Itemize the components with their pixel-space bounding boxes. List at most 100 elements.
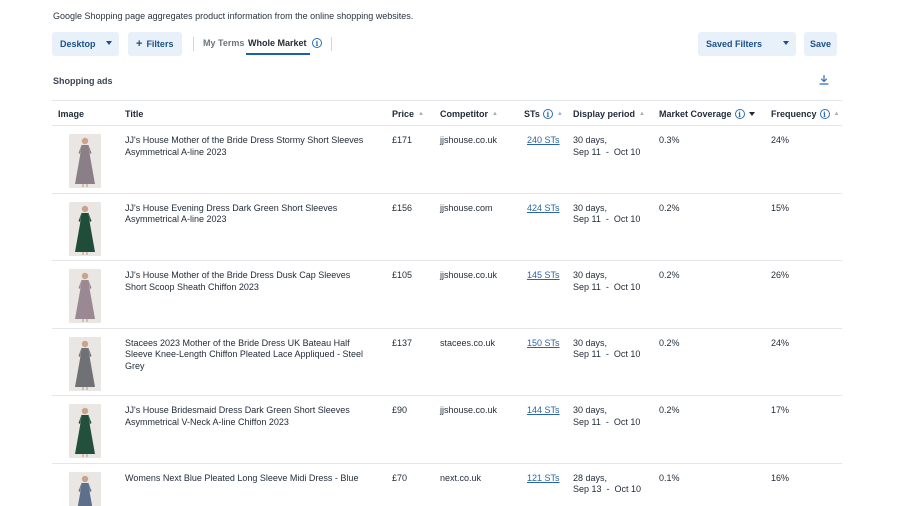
market-coverage-value: 0.3% (659, 135, 680, 145)
table-row: JJ's House Evening Dress Dark Green Shor… (52, 194, 842, 261)
info-icon[interactable]: i (819, 109, 830, 119)
period-range: Sep 11 - Oct 10 (573, 349, 641, 359)
sort-desc-icon[interactable] (748, 112, 755, 116)
product-price: £70 (392, 472, 408, 483)
sort-icon[interactable]: ▲ (639, 111, 645, 117)
product-price: £137 (392, 337, 413, 348)
column-price[interactable]: Price ▲ (392, 109, 424, 119)
download-icon[interactable] (818, 74, 830, 86)
column-competitor[interactable]: Competitor ▲ (440, 109, 498, 119)
competitor-domain: jjshouse.com (440, 202, 493, 213)
sort-icon[interactable]: ▲ (492, 111, 498, 117)
period-days: 30 days, (573, 202, 608, 213)
sort-icon[interactable]: ▲ (557, 111, 563, 117)
info-icon[interactable]: i (542, 109, 553, 119)
product-price: £105 (392, 270, 413, 280)
table-row: JJ's House Mother of the Bride Dress Sto… (52, 126, 842, 194)
tab-whole-market[interactable]: Whole Market (248, 38, 307, 48)
chevron-down-icon (106, 41, 112, 45)
chevron-down-icon (783, 41, 789, 45)
device-label: Desktop (60, 39, 96, 49)
column-sts[interactable]: STs i ▲ (524, 109, 563, 119)
period-range: Sep 11 - Oct 10 (573, 146, 641, 157)
saved-filters-dropdown[interactable]: Saved Filters (698, 32, 796, 56)
frequency-value: 15% (771, 202, 790, 213)
table-row: JJ's House Mother of the Bride Dress Dus… (52, 261, 842, 329)
filters-button[interactable]: + Filters (128, 32, 182, 56)
active-tab-indicator (246, 53, 310, 55)
sts-link[interactable]: 150 STs (527, 338, 560, 350)
market-coverage-value: 0.2% (659, 337, 680, 348)
product-title: JJ's House Bridesmaid Dress Dark Green S… (125, 405, 350, 427)
product-image[interactable] (69, 201, 101, 256)
competitor-domain: stacees.co.uk (440, 337, 496, 348)
info-icon[interactable]: i (734, 109, 745, 119)
market-coverage-value: 0.1% (659, 472, 680, 483)
product-title: Womens Next Blue Pleated Long Sleeve Mid… (125, 472, 359, 483)
sort-icon[interactable]: ▲ (418, 111, 424, 117)
sts-link[interactable]: 121 STs (527, 473, 560, 485)
info-icon[interactable]: i (312, 38, 322, 48)
display-period: 28 days, Sep 13 - Oct 10 (573, 473, 641, 496)
frequency-value: 17% (771, 405, 790, 415)
frequency-value: 24% (771, 337, 790, 348)
period-range: Sep 11 - Oct 10 (573, 214, 641, 224)
competitor-domain: jjshouse.co.uk (440, 405, 498, 415)
shopping-ads-table: Image Title Price ▲ Competitor ▲ STs i ▲ Dis… (52, 100, 842, 506)
display-period: 30 days, Sep 11 - Oct 10 (573, 270, 640, 293)
product-image[interactable] (69, 336, 101, 391)
product-price: £171 (392, 135, 413, 145)
period-days: 30 days, (573, 337, 608, 348)
period-days: 30 days, (573, 135, 608, 145)
product-image[interactable] (69, 134, 101, 188)
saved-filters-label: Saved Filters (706, 39, 763, 49)
period-days: 28 days, (573, 472, 608, 483)
frequency-value: 24% (771, 135, 790, 145)
section-title: Shopping ads (53, 76, 113, 86)
competitor-domain: jjshouse.co.uk (440, 270, 498, 280)
device-dropdown[interactable]: Desktop (52, 32, 119, 56)
table-row: JJ's House Bridesmaid Dress Dark Green S… (52, 396, 842, 464)
column-display-period[interactable]: Display period ▲ (573, 109, 645, 119)
table-row: Stacees 2023 Mother of the Bride Dress U… (52, 329, 842, 396)
display-period: 30 days, Sep 11 - Oct 10 (573, 203, 640, 226)
toolbar: Desktop + Filters My Terms Whole Market … (52, 32, 842, 56)
market-coverage-value: 0.2% (659, 270, 680, 280)
sts-link[interactable]: 145 STs (527, 270, 560, 282)
frequency-value: 26% (771, 270, 790, 280)
period-range: Sep 11 - Oct 10 (573, 416, 641, 427)
period-days: 30 days, (573, 270, 608, 280)
product-title: Stacees 2023 Mother of the Bride Dress U… (125, 337, 364, 371)
column-title[interactable]: Title (125, 109, 143, 119)
column-market-coverage[interactable]: Market Coverage i (659, 109, 755, 119)
save-button[interactable]: Save (804, 32, 837, 56)
sts-link[interactable]: 144 STs (527, 405, 560, 417)
table-row: Womens Next Blue Pleated Long Sleeve Mid… (52, 464, 842, 506)
display-period: 30 days, Sep 11 - Oct 10 (573, 405, 640, 428)
tab-my-terms[interactable]: My Terms (203, 38, 244, 48)
product-price: £90 (392, 405, 408, 415)
sts-link[interactable]: 424 STs (527, 203, 560, 215)
period-range: Sep 11 - Oct 10 (573, 281, 641, 292)
divider (331, 37, 332, 51)
product-image[interactable] (69, 269, 101, 323)
divider (193, 37, 194, 51)
plus-icon: + (136, 38, 143, 50)
product-title: JJ's House Mother of the Bride Dress Dus… (125, 270, 351, 292)
column-image: Image (58, 109, 85, 119)
competitor-domain: next.co.uk (440, 472, 482, 483)
product-image[interactable] (69, 404, 101, 458)
competitor-domain: jjshouse.co.uk (440, 135, 498, 145)
market-coverage-value: 0.2% (659, 202, 680, 213)
product-price: £156 (392, 202, 413, 213)
period-range: Sep 13 - Oct 10 (573, 484, 642, 494)
sts-link[interactable]: 240 STs (527, 135, 560, 147)
market-coverage-value: 0.2% (659, 405, 680, 415)
sort-icon[interactable]: ▲ (834, 111, 840, 117)
column-frequency[interactable]: Frequency i ▲ (771, 109, 839, 119)
display-period: 30 days, Sep 11 - Oct 10 (573, 338, 640, 361)
table-header: Image Title Price ▲ Competitor ▲ STs i ▲ Dis… (52, 100, 842, 126)
product-title: JJ's House Evening Dress Dark Green Shor… (125, 202, 338, 225)
product-image[interactable] (69, 471, 101, 506)
filters-label: Filters (146, 39, 174, 49)
